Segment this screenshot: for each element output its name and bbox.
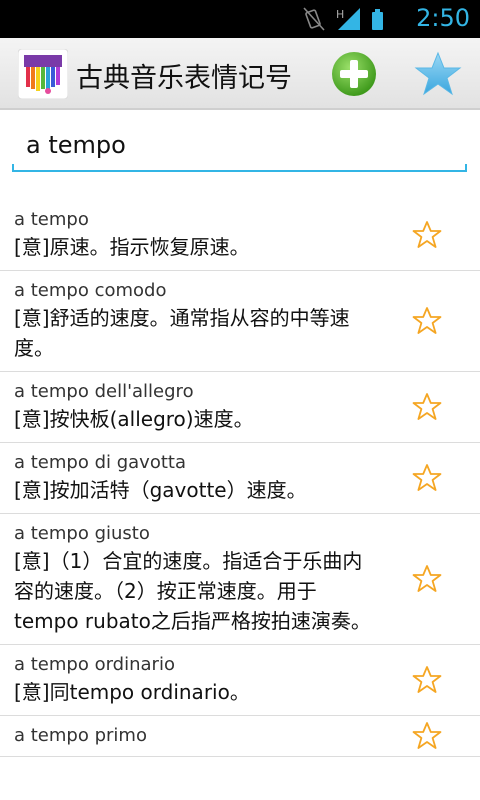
- network-type-icon: H: [336, 8, 344, 21]
- list-item[interactable]: a tempo ordinario [意]同tempo ordinario。: [0, 645, 480, 716]
- entry-definition: [意]同tempo ordinario。: [14, 680, 250, 704]
- status-icons-svg: H: [303, 7, 383, 31]
- status-icons: H: [302, 6, 402, 32]
- star-outline-icon[interactable]: [412, 392, 442, 422]
- star-outline-icon[interactable]: [412, 665, 442, 695]
- entry-term: a tempo comodo: [14, 280, 167, 301]
- list-item[interactable]: a tempo di gavotta [意]按加活特（gavotte）速度。: [0, 443, 480, 514]
- entry-definition: [意]按快板(allegro)速度。: [14, 407, 254, 431]
- star-filled-icon: [414, 51, 462, 96]
- entry-definition: [意]舒适的速度。通常指从容的中等速度。: [14, 306, 350, 360]
- entry-term: a tempo: [14, 209, 89, 230]
- result-list: a tempo [意]原速。指示恢复原速。 a tempo comodo [意]…: [0, 200, 480, 757]
- list-item[interactable]: a tempo dell'allegro [意]按快板(allegro)速度。: [0, 372, 480, 443]
- entry-term: a tempo ordinario: [14, 654, 175, 675]
- entry-definition: [意]按加活特（gavotte）速度。: [14, 478, 307, 502]
- entry-definition: [意]（1）合宜的速度。指适合于乐曲内容的速度。（2）按正常速度。用于tempo…: [14, 549, 371, 633]
- entry-term: a tempo dell'allegro: [14, 381, 194, 402]
- star-outline-icon[interactable]: [412, 306, 442, 336]
- entry-term: a tempo di gavotta: [14, 452, 186, 473]
- favorites-button[interactable]: [414, 50, 462, 98]
- star-outline-icon[interactable]: [412, 564, 442, 594]
- list-item[interactable]: a tempo comodo [意]舒适的速度。通常指从容的中等速度。: [0, 271, 480, 372]
- add-icon: [332, 52, 376, 96]
- action-bar: 古典音乐表情记号: [0, 38, 480, 110]
- battery-icon: [372, 9, 383, 30]
- status-bar: H 2:50: [0, 0, 480, 38]
- app-title: 古典音乐表情记号: [76, 63, 292, 94]
- entry-term: a tempo primo: [14, 725, 147, 746]
- list-item[interactable]: a tempo [意]原速。指示恢复原速。: [0, 200, 480, 271]
- list-item[interactable]: a tempo primo: [0, 716, 480, 757]
- search-underline: [12, 164, 467, 172]
- star-outline-icon[interactable]: [412, 220, 442, 250]
- entry-term: a tempo giusto: [14, 523, 150, 544]
- star-outline-icon[interactable]: [412, 721, 442, 751]
- entry-definition: [意]原速。指示恢复原速。: [14, 235, 250, 259]
- app-logo-icon: [17, 48, 69, 100]
- clock: 2:50: [416, 4, 470, 32]
- vibrate-icon: [303, 7, 325, 31]
- search-field-container: [12, 120, 467, 172]
- search-input[interactable]: [12, 120, 467, 170]
- list-item[interactable]: a tempo giusto [意]（1）合宜的速度。指适合于乐曲内容的速度。（…: [0, 514, 480, 645]
- star-outline-icon[interactable]: [412, 463, 442, 493]
- add-button[interactable]: [330, 50, 378, 98]
